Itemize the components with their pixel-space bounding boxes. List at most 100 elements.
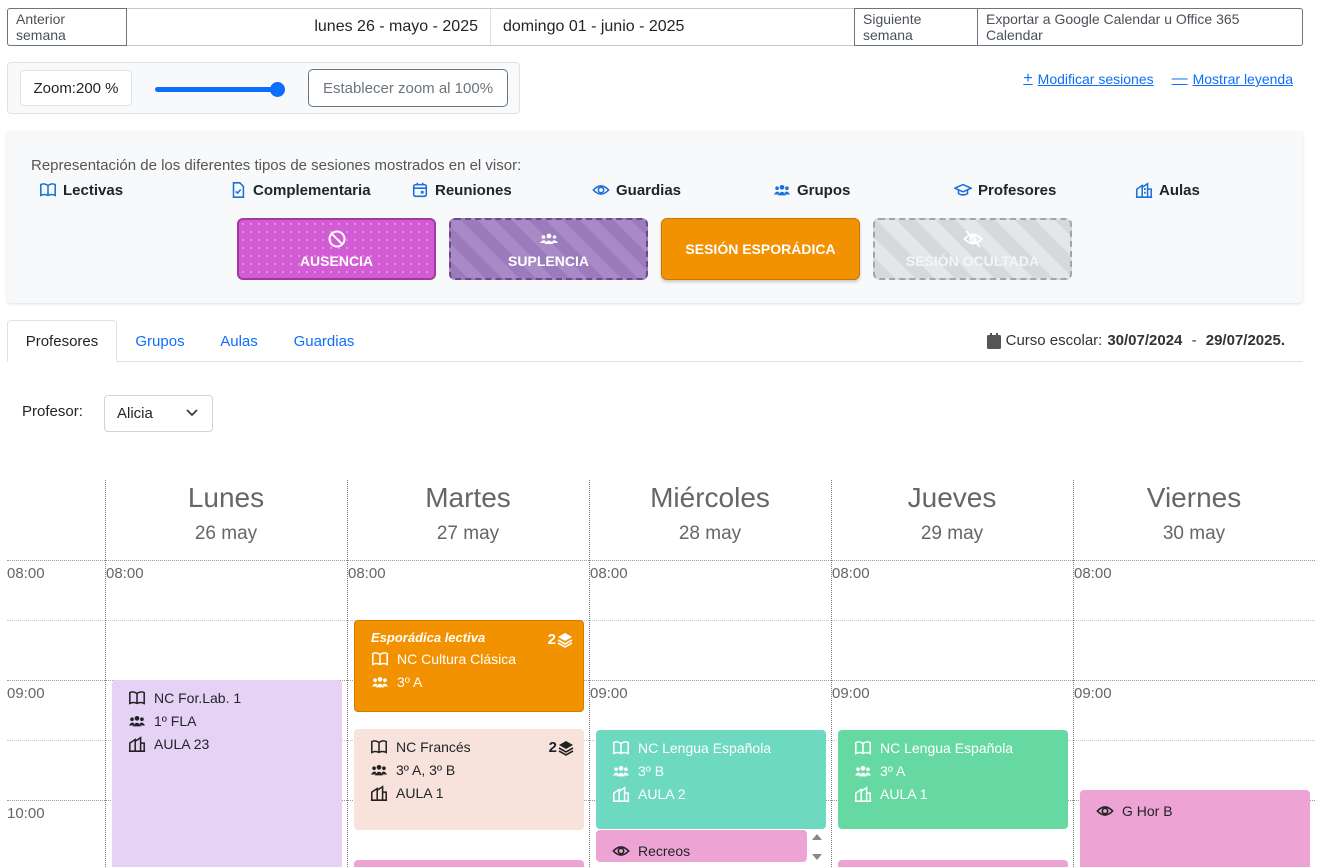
session-group: 3º A [397,673,423,690]
session-martes-frances[interactable]: 2 NC Francés 3º A, 3º B AULA 1 [354,729,584,830]
users-icon [854,765,872,776]
card-label: Suplencia [508,253,589,269]
export-calendar-button[interactable]: Exportar a Google Calendar u Office 365 … [978,8,1303,46]
hour-label: 08:00 [7,565,45,582]
profesor-label: Profesor: [22,403,83,420]
previous-week-button[interactable]: Anterior semana [7,8,127,46]
session-subject-row: NC Lengua Española [854,736,1068,759]
session-subject: NC Lengua Española [638,739,772,756]
show-legend-label: Mostrar leyenda [1192,71,1293,87]
session-group-row: 1º FLA [128,709,342,732]
legend-caption: Representación de los diferentes tipos d… [31,157,522,174]
session-martes-next[interactable] [354,860,584,867]
legend-type-grupos: Grupos [773,181,850,199]
hour-label: 09:00 [590,685,628,702]
session-miercoles-lengua[interactable]: NC Lengua Española 3º B AULA 2 [596,730,826,829]
session-group: 3º B [638,762,665,779]
half-hour-line [7,620,1315,621]
users-icon [371,676,389,687]
legend-type-lectivas: Lectivas [39,181,123,199]
tab-profesores[interactable]: Profesores [7,320,117,362]
day-date-miercoles: 28 may [678,523,742,544]
legend-type-guardias: Guardias [592,181,681,199]
legend-type-profesores: Profesores [954,181,1056,199]
session-subject: NC Francés [396,738,471,755]
file-check-icon [232,182,245,198]
modify-sessions-label: Modificar sesiones [1037,71,1154,87]
zoom-slider[interactable] [155,80,285,98]
day-name-martes: Martes [425,482,511,513]
zoom-slider-handle[interactable] [270,82,285,97]
book-icon [129,690,145,705]
plus-icon: + [1023,70,1033,87]
session-subject-row: NC Lengua Española [612,736,826,759]
day-date-martes: 27 may [436,523,500,544]
session-count: 2 [547,631,556,648]
zoom-slider-track [155,87,285,92]
session-room: AULA 1 [396,784,444,801]
eye-icon [1096,805,1114,816]
legend-type-label: Profesores [978,181,1057,199]
hour-label: 08:00 [832,565,870,582]
zoom-level-label: Zoom:200 % [20,70,132,106]
session-jueves-next[interactable] [838,860,1068,867]
session-jueves-lengua[interactable]: NC Lengua Española 3º A AULA 1 [838,730,1068,829]
session-room-row: AULA 1 [370,781,584,804]
hour-label: 09:00 [1074,685,1112,702]
building-icon [128,735,146,752]
session-subject-row: NC For.Lab. 1 [128,686,342,709]
card-label: Ausencia [299,253,374,269]
profesor-selected: Alicia [117,405,153,422]
calendar-icon [412,182,428,198]
session-group: 3º A [880,762,906,779]
session-subject: G Hor B [1122,802,1173,819]
session-lunes-forlab[interactable]: NC For.Lab. 1 1º FLA AULA 23 [112,680,342,867]
card-label: Sesión esporádica [685,241,836,257]
session-subject: NC Lengua Española [880,739,1014,756]
session-group-row: 3º A [371,670,583,693]
top-links: + Modificar sesiones — Mostrar leyenda [1023,70,1293,88]
session-viernes-guardia[interactable]: G Hor B [1080,790,1310,867]
tab-guardias[interactable]: Guardias [283,320,365,362]
book-icon [372,651,388,666]
session-room: AULA 23 [154,735,210,752]
scroll-arrows-icon[interactable] [810,832,824,862]
building-icon [612,785,630,802]
reset-zoom-button[interactable]: Establecer zoom al 100% [308,69,508,107]
book-icon [40,183,56,197]
book-icon [855,740,871,755]
day-date-jueves: 29 may [920,523,984,544]
day-name-miercoles: Miércoles [650,482,770,513]
zoom-panel: Zoom:200 % Establecer zoom al 100% [7,62,520,114]
session-subject-row: G Hor B [1096,799,1310,822]
eye-slash-icon [962,230,983,248]
card-esporadica: Sesión esporádica [661,218,860,280]
card-label: Sesión ocultada [905,253,1040,269]
curso-separator: - [1187,332,1201,349]
session-martes-esporadica[interactable]: Esporádica lectiva 2 NC Cultura Clásica … [354,620,584,712]
week-end-date: domingo 01 - junio - 2025 [503,18,685,35]
modify-sessions-link[interactable]: + Modificar sesiones [1023,70,1153,88]
hour-label: 08:00 [590,565,628,582]
tab-grupos[interactable]: Grupos [123,320,197,362]
day-name-jueves: Jueves [907,482,997,513]
legend-type-reuniones: Reuniones [411,181,512,199]
legend-type-label: Grupos [797,181,851,199]
card-suplencia: Suplencia [449,218,648,280]
session-subject: Recreos [638,842,691,859]
legend-type-label: Aulas [1159,181,1200,199]
session-count-badge: 2 [549,739,574,756]
legend-type-label: Complementaria [253,181,371,199]
show-legend-link[interactable]: — Mostrar leyenda [1172,70,1293,88]
building-icon [854,785,872,802]
next-week-button[interactable]: Siguiente semana [854,8,978,46]
day-date-viernes: 30 may [1162,523,1226,544]
book-icon [613,740,629,755]
minus-icon: — [1171,70,1188,87]
building-icon [1135,182,1153,198]
hour-label: 08:00 [106,565,144,582]
profesor-select[interactable]: Alicia [104,395,213,432]
hour-label: 10:00 [7,805,45,822]
session-miercoles-recreos[interactable]: Recreos [596,830,807,862]
tab-aulas[interactable]: Aulas [207,320,271,362]
